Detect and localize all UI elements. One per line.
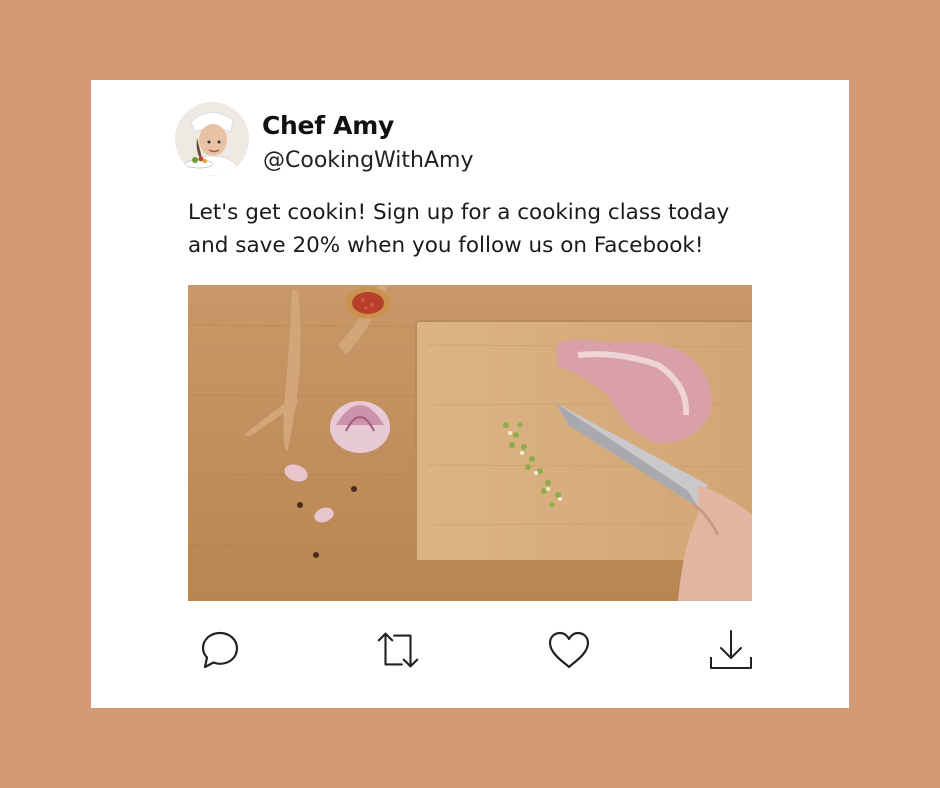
reply-button[interactable] xyxy=(195,625,245,675)
post-card: Chef Amy @CookingWithAmy Let's get cooki… xyxy=(91,80,849,708)
download-icon xyxy=(710,630,752,669)
comment-icon xyxy=(201,631,239,669)
author-name[interactable]: Chef Amy xyxy=(262,111,394,140)
post-photo[interactable] xyxy=(188,285,752,601)
download-button[interactable] xyxy=(706,625,756,675)
avatar[interactable] xyxy=(175,102,249,176)
retweet-icon xyxy=(377,632,419,668)
post-text-line: Let's get cookin! Sign up for a cooking … xyxy=(188,200,730,225)
like-button[interactable] xyxy=(544,625,594,675)
retweet-button[interactable] xyxy=(373,625,423,675)
author-handle[interactable]: @CookingWithAmy xyxy=(263,148,474,173)
post-text-line: and save 20% when you follow us on Faceb… xyxy=(188,233,704,258)
heart-icon xyxy=(548,631,590,669)
cooking-photo-illustration xyxy=(188,285,752,601)
post-actions xyxy=(91,625,849,675)
post-text: Let's get cookin! Sign up for a cooking … xyxy=(188,196,768,262)
avatar-image xyxy=(175,102,249,176)
